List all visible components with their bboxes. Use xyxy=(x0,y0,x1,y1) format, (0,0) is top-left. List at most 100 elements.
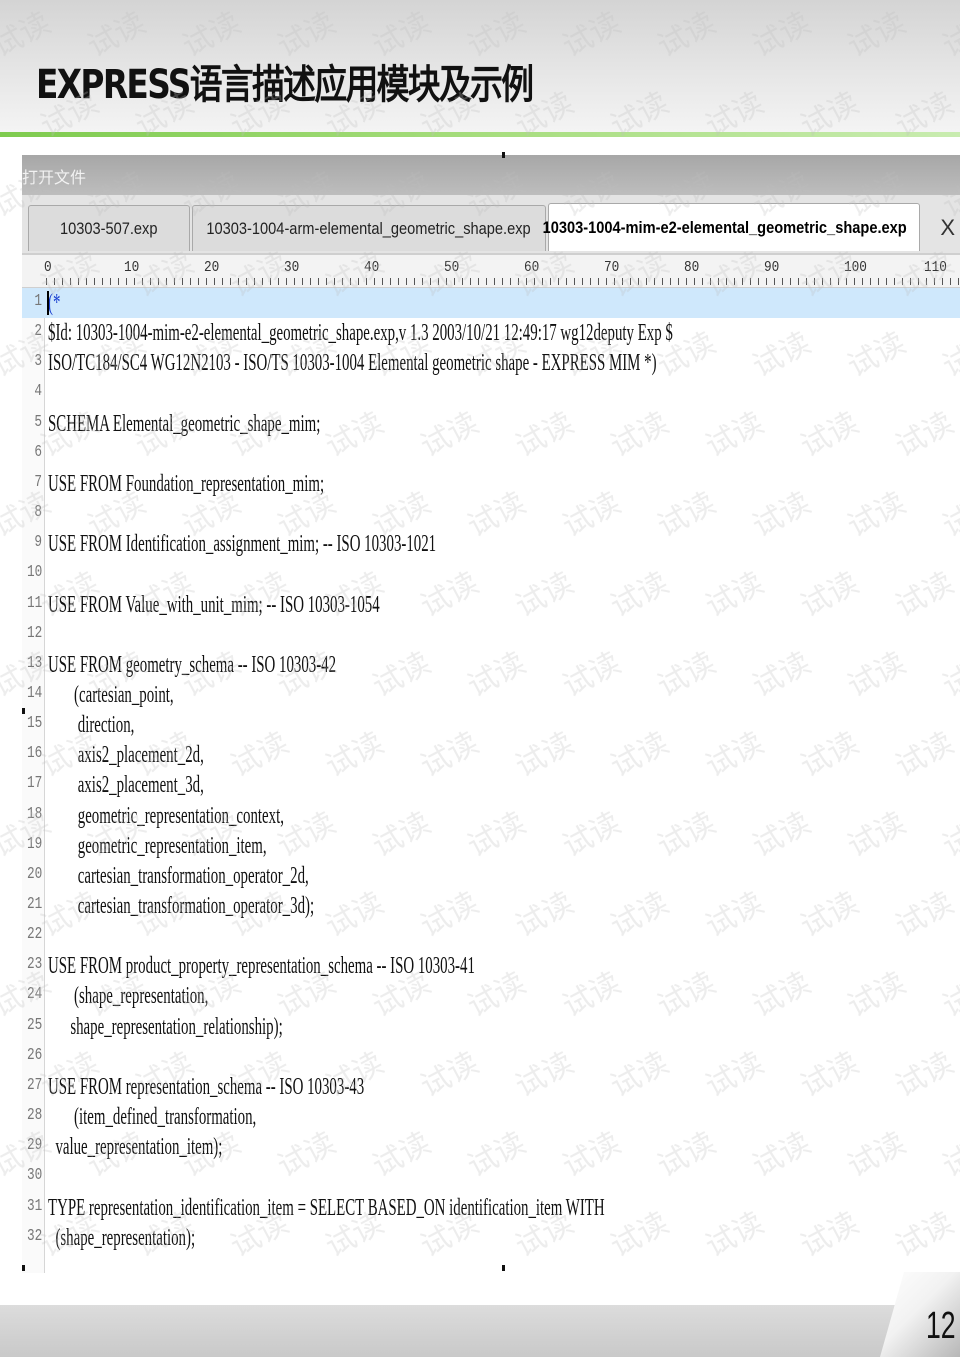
code-line[interactable]: 11 USE FROM Value_with_unit_mim; -- ISO 1… xyxy=(22,590,960,620)
code-line[interactable]: 30 xyxy=(22,1162,960,1192)
line-number: 4 xyxy=(34,382,42,402)
window-titlebar: 打开文件 xyxy=(22,155,960,195)
tab-bar: 10303-507.exp 10303-1004-arm-elemental_g… xyxy=(22,195,960,255)
code-text: TYPE representation_identification_item … xyxy=(48,1194,605,1221)
selection-handle xyxy=(502,152,505,158)
code-line[interactable]: 32 (shape_representation); xyxy=(22,1223,960,1253)
code-line[interactable]: 1 (* xyxy=(22,288,960,318)
tab-label: 10303-1004-mim-e2-elemental_geometric_sh… xyxy=(542,217,907,237)
selection-handle xyxy=(22,1265,25,1271)
code-line[interactable]: 27 USE FROM representation_schema -- ISO … xyxy=(22,1072,960,1102)
code-line[interactable]: 18 geometric_representation_context, xyxy=(22,801,960,831)
code-text: ISO/TC184/SC4 WG12N2103 - ISO/TS 10303-1… xyxy=(48,350,657,377)
line-number: 2 xyxy=(34,322,42,342)
code-line[interactable]: 28 (item_defined_transformation, xyxy=(22,1102,960,1132)
code-line[interactable]: 9 USE FROM Identification_assignment_mim;… xyxy=(22,529,960,559)
code-line[interactable]: 29 value_representation_item); xyxy=(22,1132,960,1162)
code-line[interactable]: 10 xyxy=(22,559,960,589)
code-text: USE FROM product_property_representation… xyxy=(48,953,475,980)
code-line[interactable]: 14 (cartesian_point, xyxy=(22,680,960,710)
code-text: SCHEMA Elemental_geometric_shape_mim; xyxy=(48,410,321,437)
line-number: 3 xyxy=(34,352,42,372)
code-text: (* xyxy=(48,290,61,316)
code-text: USE FROM Foundation_representation_mim; xyxy=(48,470,325,497)
code-line[interactable]: 6 xyxy=(22,439,960,469)
line-number: 8 xyxy=(34,503,42,523)
code-text: USE FROM geometry_schema -- ISO 10303-42 xyxy=(48,651,337,678)
line-number: 18 xyxy=(27,804,43,824)
selection-handle xyxy=(502,1265,505,1271)
code-editor[interactable]: 1 (* 2 $Id: 10303-1004-mim-e2-elemental_geo… xyxy=(22,288,960,1273)
line-number: 5 xyxy=(34,412,42,432)
close-icon[interactable]: X xyxy=(940,215,955,241)
code-text: USE FROM Identification_assignment_mim; … xyxy=(48,531,437,558)
code-line[interactable]: 2 $Id: 10303-1004-mim-e2-elemental_geomet… xyxy=(22,318,960,348)
line-number: 21 xyxy=(27,895,43,914)
line-number: 6 xyxy=(34,442,42,462)
line-number: 23 xyxy=(27,955,43,975)
line-number: 25 xyxy=(27,1015,43,1035)
code-line[interactable]: 3 ISO/TC184/SC4 WG12N2103 - ISO/TS 10303-… xyxy=(22,348,960,378)
code-line[interactable]: 13 USE FROM geometry_schema -- ISO 10303-… xyxy=(22,650,960,680)
tab-mim-e2-elemental-geometric-shape[interactable]: 10303-1004-mim-e2-elemental_geometric_sh… xyxy=(543,203,955,251)
code-text: shape_representation_relationship); xyxy=(48,1013,283,1040)
code-text: $Id: 10303-1004-mim-e2-elemental_geometr… xyxy=(48,320,673,347)
line-number: 17 xyxy=(27,774,43,794)
code-text: (shape_representation); xyxy=(48,1224,196,1251)
ruler-label: 20 xyxy=(204,259,220,276)
line-number: 12 xyxy=(27,623,43,643)
code-line[interactable]: 8 xyxy=(22,499,960,529)
slide-header: EXPRESS语言描述应用模块及示例 xyxy=(0,0,960,132)
code-line[interactable]: 12 xyxy=(22,620,960,650)
page-number: 12 xyxy=(926,1305,956,1347)
line-number: 32 xyxy=(27,1226,43,1246)
footer-band xyxy=(0,1305,960,1357)
code-text: cartesian_transformation_operator_3d); xyxy=(48,893,315,919)
code-text: cartesian_transformation_operator_2d, xyxy=(48,862,309,889)
code-line[interactable]: 5 SCHEMA Elemental_geometric_shape_mim; xyxy=(22,409,960,439)
code-line[interactable]: 7 USE FROM Foundation_representation_mim; xyxy=(22,469,960,499)
code-text: value_representation_item); xyxy=(48,1134,223,1161)
code-line[interactable]: 21 cartesian_transformation_operator_3d)… xyxy=(22,891,960,921)
code-line[interactable]: 24 (shape_representation, xyxy=(22,981,960,1011)
code-line[interactable]: 17 axis2_placement_3d, xyxy=(22,770,960,800)
text-cursor xyxy=(47,291,49,315)
ruler-label: 100 xyxy=(844,259,867,276)
ruler-label: 50 xyxy=(444,259,460,276)
code-line[interactable]: 20 cartesian_transformation_operator_2d, xyxy=(22,861,960,891)
line-number: 1 xyxy=(34,292,42,311)
line-number: 14 xyxy=(27,683,43,703)
ruler-label: 10 xyxy=(124,259,140,276)
tab-label: 10303-1004-arm-elemental_geometric_shape… xyxy=(206,218,532,238)
code-line[interactable]: 15 direction, xyxy=(22,710,960,740)
code-text: axis2_placement_3d, xyxy=(48,772,204,799)
line-number: 20 xyxy=(27,864,43,884)
column-ruler: 0 10 20 30 40 50 60 70 80 90 100 110 xyxy=(22,255,960,288)
tab-label: 10303-507.exp xyxy=(60,218,158,238)
ruler-label: 40 xyxy=(364,259,380,276)
line-number: 28 xyxy=(27,1106,43,1126)
line-number: 7 xyxy=(34,472,42,492)
tab-10303-507[interactable]: 10303-507.exp xyxy=(28,205,190,251)
ruler-label: 60 xyxy=(524,259,540,276)
line-number: 9 xyxy=(34,533,42,553)
window-title: 打开文件 xyxy=(22,168,87,187)
line-number: 16 xyxy=(27,744,43,764)
code-line[interactable]: 19 geometric_representation_item, xyxy=(22,831,960,861)
selection-handle xyxy=(22,708,25,714)
code-line[interactable]: 4 xyxy=(22,378,960,408)
code-line[interactable]: 16 axis2_placement_2d, xyxy=(22,740,960,770)
code-text: direction, xyxy=(48,712,135,739)
slide-title: EXPRESS语言描述应用模块及示例 xyxy=(36,62,534,108)
code-line[interactable]: 25 shape_representation_relationship); xyxy=(22,1012,960,1042)
ruler-ticks xyxy=(46,278,960,285)
ruler-label: 80 xyxy=(684,259,700,276)
code-line[interactable]: 23 USE FROM product_property_representati… xyxy=(22,951,960,981)
ruler-label: 110 xyxy=(924,259,947,276)
code-line[interactable]: 26 xyxy=(22,1042,960,1072)
code-line[interactable]: 31 TYPE representation_identification_ite… xyxy=(22,1193,960,1223)
line-number: 10 xyxy=(27,563,43,583)
line-number: 19 xyxy=(27,834,43,854)
code-line[interactable]: 22 xyxy=(22,921,960,951)
tab-arm-elemental-geometric-shape[interactable]: 10303-1004-arm-elemental_geometric_shape… xyxy=(192,205,546,251)
